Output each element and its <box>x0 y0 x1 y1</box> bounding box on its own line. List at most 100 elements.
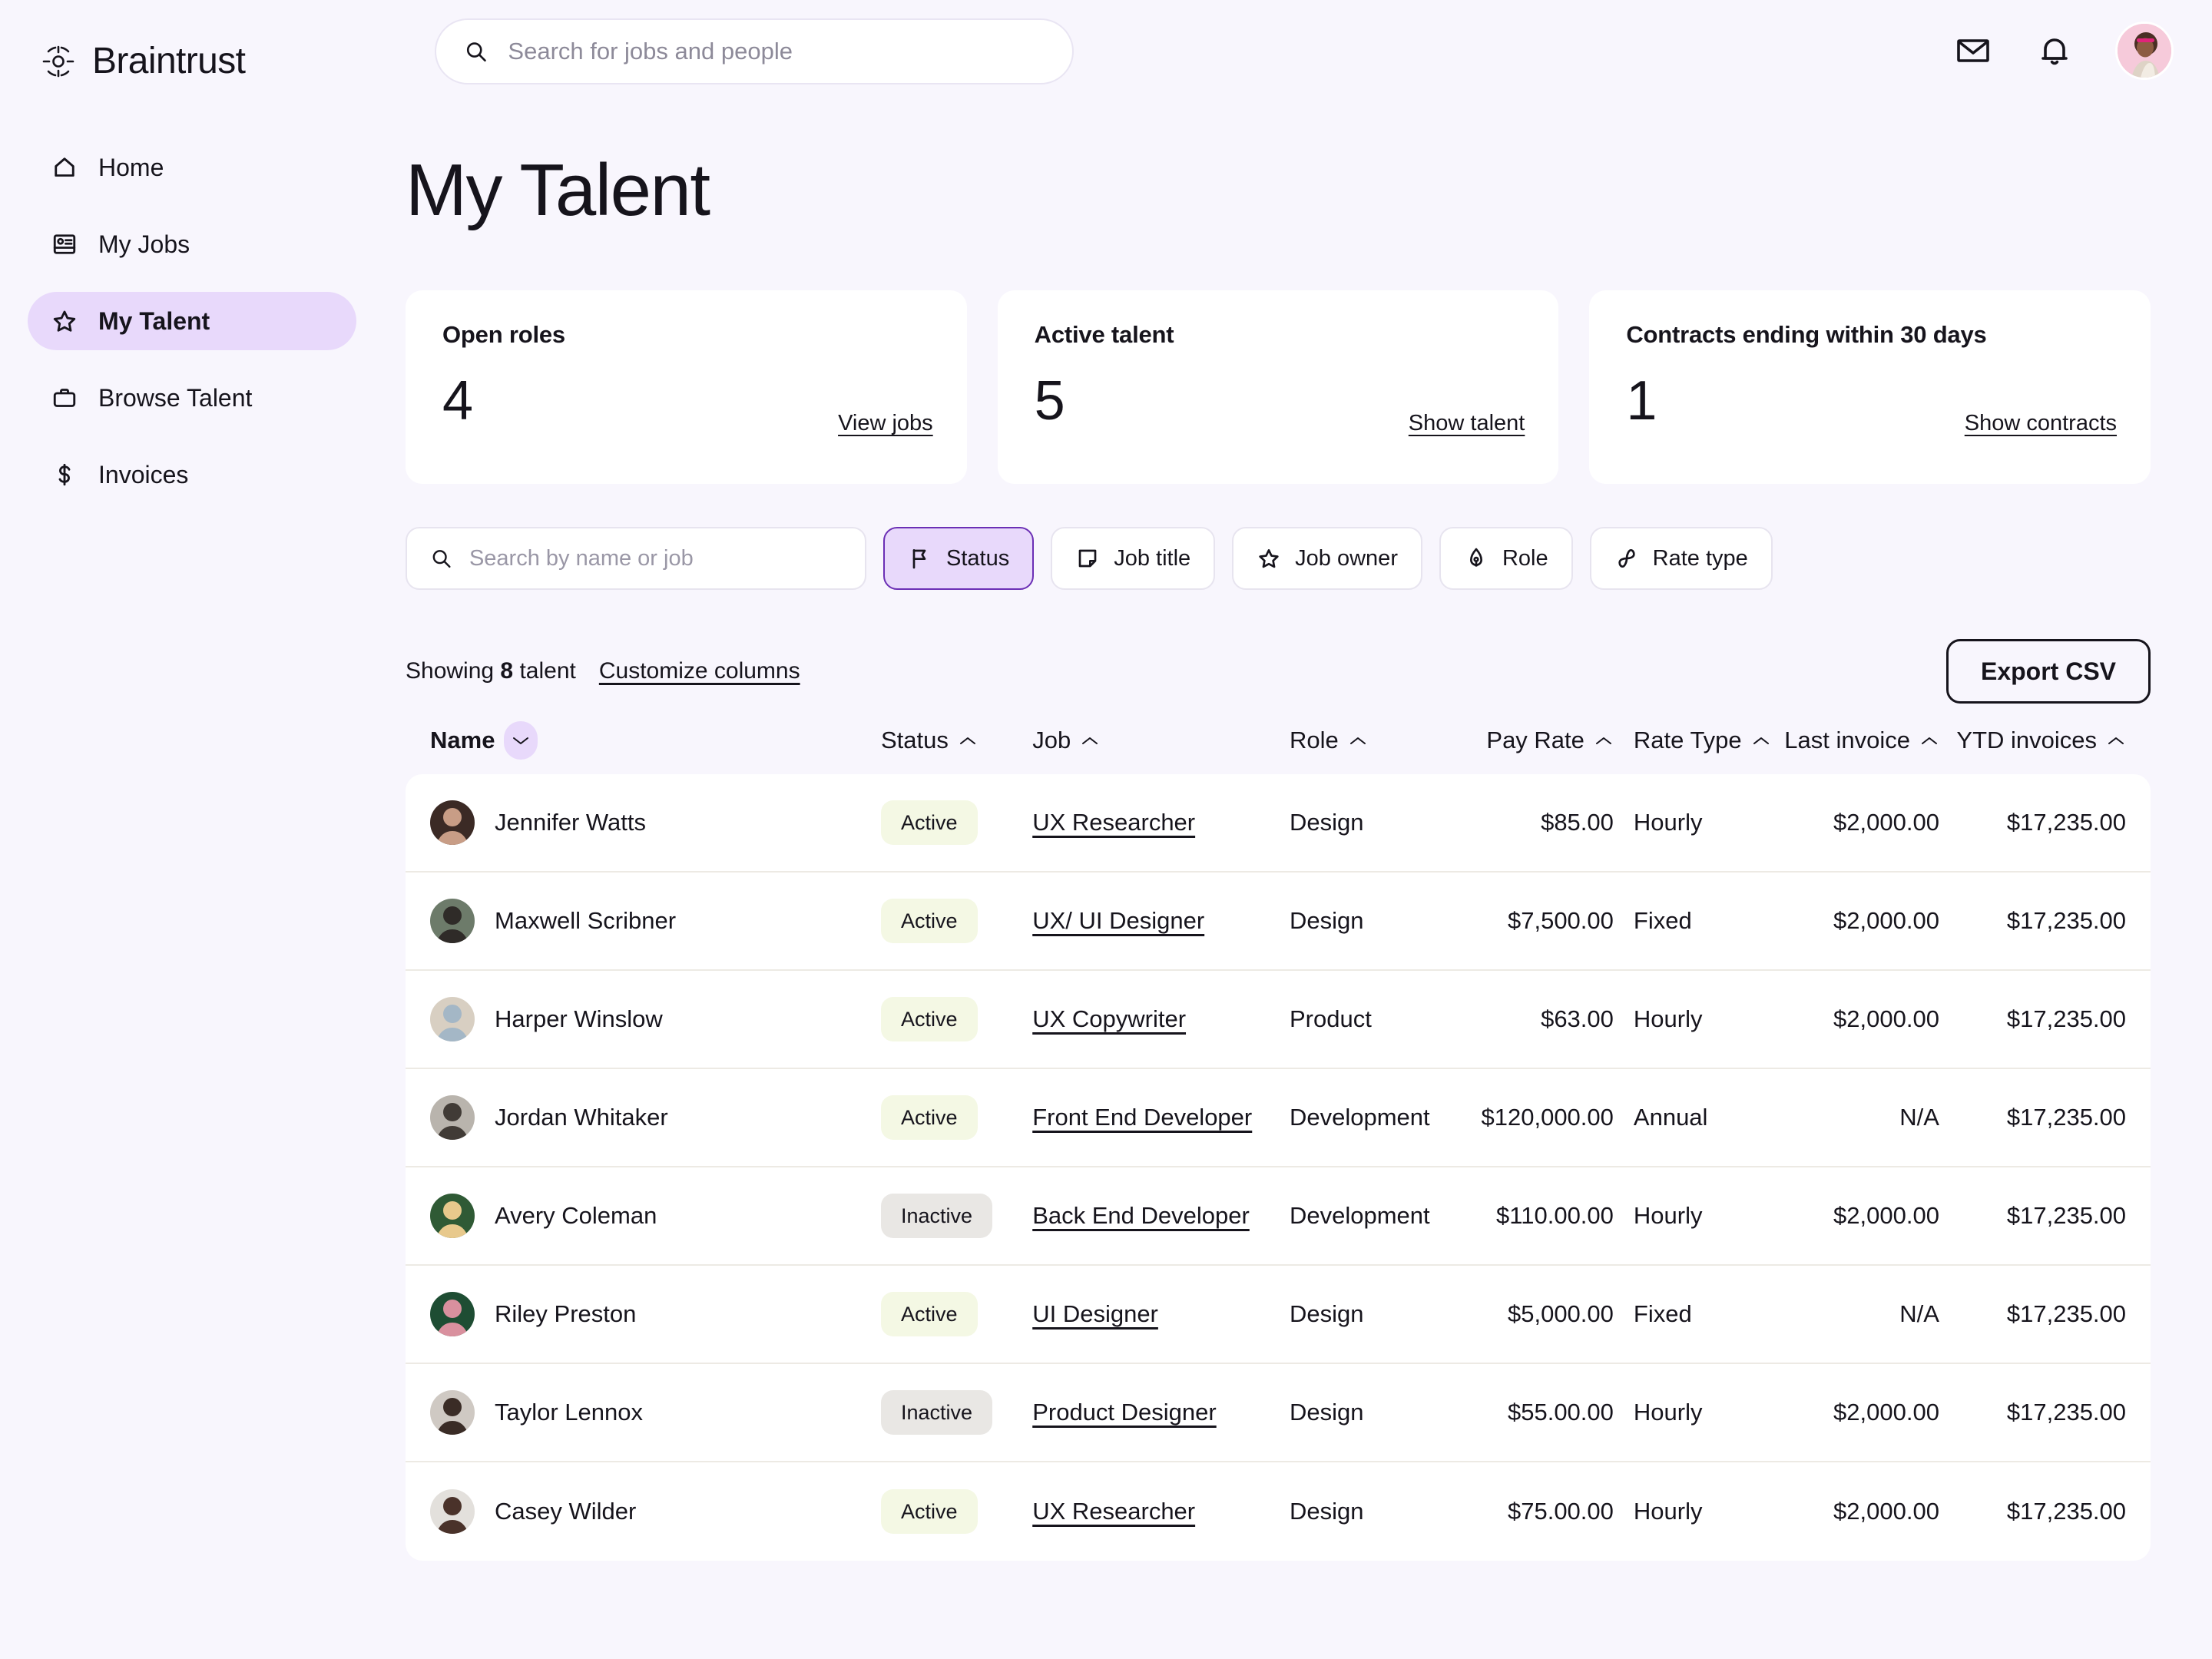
show-talent-link[interactable]: Show talent <box>1409 411 1525 436</box>
chevron-up-icon <box>1595 737 1611 744</box>
flag-icon <box>912 549 926 569</box>
column-header-name[interactable]: Name <box>430 721 538 760</box>
row-last-invoice: N/A <box>1899 1300 1939 1327</box>
infinity-icon <box>1618 549 1635 568</box>
sidebar-item-label: Invoices <box>98 461 189 488</box>
row-rate-type: Fixed <box>1633 907 1692 934</box>
row-name: Maxwell Scribner <box>495 907 677 934</box>
row-last-invoice: N/A <box>1899 1104 1939 1131</box>
status-badge: Inactive <box>881 1194 993 1238</box>
talent-search[interactable] <box>406 527 866 590</box>
row-pay-rate: $85.00 <box>1541 809 1614 836</box>
row-ytd-invoices: $17,235.00 <box>2006 1202 2127 1229</box>
table-row[interactable]: Avery Coleman Inactive Back End Developer D… <box>406 1167 2151 1266</box>
row-role: Design <box>1289 1498 1364 1525</box>
stat-title: Open roles <box>442 321 565 348</box>
table-row[interactable]: Maxwell Scribner Active UX/ UI Designer Des… <box>406 873 2151 971</box>
stat-cards: Open roles 4 View jobs Active talent 5 S… <box>406 290 2151 484</box>
row-role: Design <box>1289 907 1364 934</box>
row-rate-type: Hourly <box>1633 809 1703 836</box>
row-job-link[interactable]: UX Copywriter <box>1032 1005 1186 1032</box>
show-contracts-link[interactable]: Show contracts <box>1965 411 2117 436</box>
avatar-image <box>430 997 475 1041</box>
column-label: Last invoice <box>1784 727 1910 753</box>
notifications-button[interactable] <box>2034 30 2075 71</box>
column-header-rate-type[interactable]: Rate Type <box>1634 727 1781 754</box>
column-label: YTD invoices <box>1956 727 2098 753</box>
brand-logo[interactable]: Braintrust <box>40 40 246 82</box>
row-pay-rate: $63.00 <box>1541 1005 1614 1032</box>
filter-bar: Status Job title Job owner Role <box>406 527 1773 590</box>
table-row[interactable]: Jennifer Watts Active UX Researcher Design $… <box>406 774 2151 873</box>
filter-chip-status[interactable]: Status <box>883 527 1035 590</box>
column-header-status[interactable]: Status <box>881 727 1032 754</box>
talent-search-input[interactable] <box>469 545 842 571</box>
row-name: Harper Winslow <box>495 1005 663 1032</box>
avatar-image <box>430 899 475 943</box>
brand-name: Braintrust <box>92 41 246 81</box>
briefcase-icon <box>53 389 76 407</box>
export-csv-button[interactable]: Export CSV <box>1945 639 2151 704</box>
row-job-link[interactable]: UX Researcher <box>1032 809 1195 836</box>
row-job-link[interactable]: UX/ UI Designer <box>1032 907 1204 934</box>
sidebar-item-my-talent[interactable]: My Talent <box>28 292 356 350</box>
sidebar-item-invoices[interactable]: Invoices <box>28 445 356 504</box>
mail-button[interactable] <box>1952 30 1994 71</box>
global-search[interactable] <box>435 18 1074 84</box>
filter-chip-job-owner[interactable]: Job owner <box>1232 527 1422 590</box>
chevron-up-icon <box>1753 737 1769 744</box>
row-pay-rate: $120,000.00 <box>1481 1104 1614 1131</box>
column-header-role[interactable]: Role <box>1290 727 1448 754</box>
row-ytd-invoices: $17,235.00 <box>2006 1300 2127 1327</box>
row-pay-rate: $5,000.00 <box>1507 1300 1614 1327</box>
filter-chip-rate-type[interactable]: Rate type <box>1589 527 1773 590</box>
table-row[interactable]: Taylor Lennox Inactive Product Designer Des… <box>406 1364 2151 1462</box>
search-input[interactable] <box>508 38 1045 65</box>
status-badge: Inactive <box>881 1390 993 1435</box>
row-name: Casey Wilder <box>495 1498 637 1525</box>
row-avatar <box>430 1194 475 1238</box>
row-rate-type: Annual <box>1633 1104 1708 1131</box>
column-label: Name <box>430 727 495 753</box>
showing-prefix: Showing <box>406 658 501 684</box>
row-job-link[interactable]: Back End Developer <box>1032 1202 1250 1229</box>
avatar-image <box>430 1489 475 1534</box>
filter-chip-job-title[interactable]: Job title <box>1051 527 1216 590</box>
row-job-link[interactable]: Product Designer <box>1032 1399 1217 1426</box>
row-rate-type: Fixed <box>1633 1300 1692 1327</box>
row-name: Taylor Lennox <box>495 1399 644 1426</box>
filter-chip-role[interactable]: Role <box>1439 527 1573 590</box>
row-job-link[interactable]: UX Researcher <box>1032 1498 1195 1525</box>
table-row[interactable]: Riley Preston Active UI Designer Design $5,0… <box>406 1266 2151 1364</box>
table-header-row: Name Status Job Role Pay Rate Rate Type … <box>406 707 2151 774</box>
view-jobs-link[interactable]: View jobs <box>838 411 933 436</box>
sidebar-item-home[interactable]: Home <box>28 138 356 197</box>
column-header-job[interactable]: Job <box>1032 727 1290 754</box>
sidebar-item-browse-talent[interactable]: Browse Talent <box>28 369 356 427</box>
row-role: Development <box>1289 1202 1430 1229</box>
search-icon <box>466 42 486 62</box>
avatar-image <box>2118 24 2171 78</box>
row-role: Development <box>1289 1104 1430 1131</box>
row-rate-type: Hourly <box>1633 1399 1703 1426</box>
stat-title: Active talent <box>1034 321 1174 348</box>
table-row[interactable]: Jordan Whitaker Active Front End Developer… <box>406 1069 2151 1167</box>
table-row[interactable]: Harper Winslow Active UX Copywriter Product… <box>406 971 2151 1069</box>
column-header-ytd-invoices[interactable]: YTD invoices <box>1939 727 2126 754</box>
row-job-link[interactable]: Front End Developer <box>1032 1104 1252 1131</box>
row-last-invoice: $2,000.00 <box>1833 1498 1939 1525</box>
topbar-actions <box>1952 22 2174 80</box>
column-label: Rate Type <box>1633 727 1742 753</box>
sidebar-item-my-jobs[interactable]: My Jobs <box>28 215 356 273</box>
row-pay-rate: $110.00.00 <box>1496 1202 1614 1229</box>
row-name: Jennifer Watts <box>495 809 646 836</box>
column-header-pay-rate[interactable]: Pay Rate <box>1448 727 1614 754</box>
column-label: Job <box>1032 727 1071 753</box>
chevron-down-icon <box>513 737 529 744</box>
avatar[interactable] <box>2115 22 2174 80</box>
table-row[interactable]: Casey Wilder Active UX Researcher Design $75… <box>406 1462 2151 1561</box>
filter-chip-label: Rate type <box>1652 545 1748 571</box>
customize-columns-link[interactable]: Customize columns <box>599 658 800 684</box>
row-job-link[interactable]: UI Designer <box>1032 1300 1158 1327</box>
column-header-last-invoice[interactable]: Last invoice <box>1781 727 1939 754</box>
